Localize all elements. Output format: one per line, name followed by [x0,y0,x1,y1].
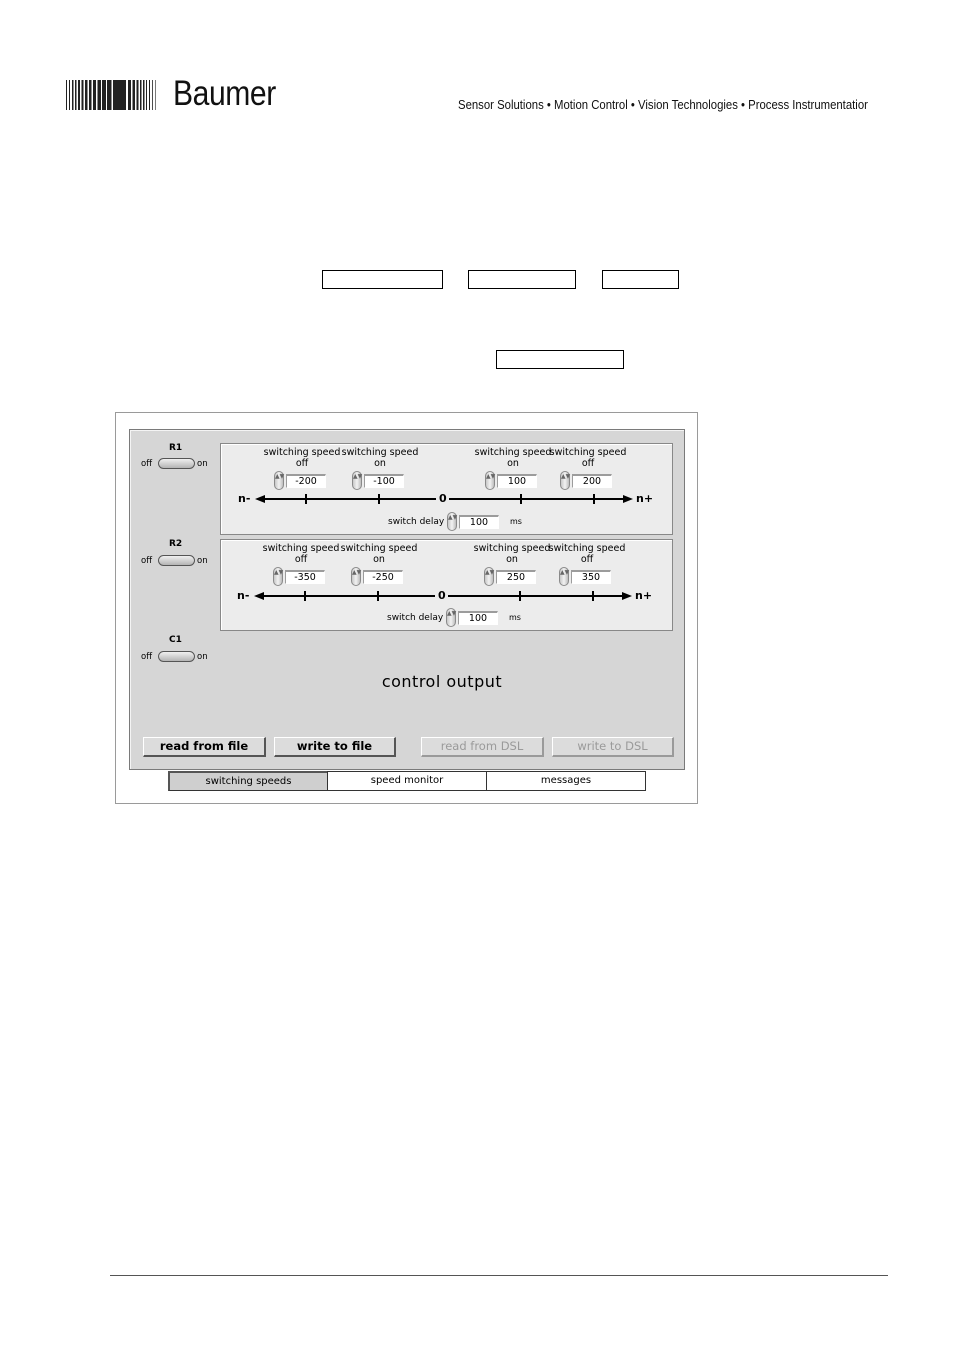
r2-switch-delay-label: switch delay [387,613,444,623]
tab-switching-speeds[interactable]: switching speeds [168,771,328,791]
r2-speed-3-spinner[interactable]: ▲▼ [484,567,494,586]
c1-toggle-switch[interactable] [158,651,195,662]
r2-speed-3-caption-line1: switching speed [473,543,551,554]
r1-speed-1-caption-line1: switching speed [263,447,341,458]
r2-on-label: on [197,556,208,566]
r1-toggle-switch[interactable] [158,458,195,469]
r1-delay-input[interactable]: 100 [459,515,499,529]
r1-speed-4-input[interactable]: 200 [572,474,612,488]
read-from-file-button[interactable]: read from file [143,737,266,757]
r1-speed-1-input[interactable]: -200 [286,474,326,488]
r2-speed-3-input[interactable]: 250 [496,570,536,584]
r2-axis-zero-label: 0 [438,589,446,602]
r2-speed-4-input[interactable]: 350 [571,570,611,584]
r1-speed-3-spinner[interactable]: ▲▼ [485,471,495,490]
r1-axis-pos-label: n+ [636,492,654,505]
r2-axis-neg-label: n- [237,589,250,602]
read-from-dsl-button[interactable]: read from DSL [421,737,544,757]
r1-speed-1-caption-line2: off [295,458,309,469]
r1-delay-spinner[interactable]: ▲▼ [447,512,457,531]
r2-off-label: off [141,556,153,566]
baumer-logo-mark [66,80,156,110]
r1-speed-2-input[interactable]: -100 [364,474,404,488]
r2-speed-4-caption: switching speed off [547,543,627,565]
r2-delay-unit: ms [509,613,521,622]
r2-speed-2-caption: switching speed on [339,543,419,565]
control-output-label: control output [381,672,503,691]
relay-r1-label: R1 [169,443,183,453]
r1-speed-1-spinner[interactable]: ▲▼ [274,471,284,490]
tab-messages[interactable]: messages [486,771,646,791]
r2-speed-1-caption: switching speed off [261,543,341,565]
r2-speed-2-input[interactable]: -250 [363,570,403,584]
r2-speed-3-caption: switching speed on [472,543,552,565]
footer-rule [110,1275,888,1276]
r1-speed-1-caption: switching speed off [262,447,342,469]
r2-speed-2-caption-line2: on [373,554,385,565]
r2-speed-1-caption-line2: off [294,554,308,565]
r1-speed-4-spinner[interactable]: ▲▼ [560,471,570,490]
c1-label: C1 [169,635,182,645]
tab-speed-monitor[interactable]: speed monitor [327,771,487,791]
r2-speed-1-spinner[interactable]: ▲▼ [273,567,283,586]
r2-speed-2-caption-line1: switching speed [340,543,418,554]
r2-speed-2-spinner[interactable]: ▲▼ [351,567,361,586]
redacted-field-1 [322,270,443,289]
redacted-field-4 [496,350,624,369]
r2-speed-3-caption-line2: on [506,554,518,565]
r1-speed-2-caption: switching speed on [340,447,420,469]
r1-axis-zero-label: 0 [439,492,447,505]
r1-speed-2-caption-line1: switching speed [341,447,419,458]
c1-on-label: on [197,652,208,662]
redacted-field-3 [602,270,679,289]
r2-speed-1-input[interactable]: -350 [285,570,325,584]
r1-speed-2-spinner[interactable]: ▲▼ [352,471,362,490]
r1-axis-neg-label: n- [238,492,251,505]
brand-tagline: Sensor Solutions • Motion Control • Visi… [458,97,868,112]
r2-speed-4-caption-line1: switching speed [548,543,626,554]
write-to-dsl-button[interactable]: write to DSL [552,737,674,757]
r1-speed-3-caption-line1: switching speed [474,447,552,458]
r2-speed-1-caption-line1: switching speed [262,543,340,554]
c1-off-label: off [141,652,153,662]
r2-axis-pos-label: n+ [635,589,653,602]
r1-off-label: off [141,459,153,469]
r2-speed-4-spinner[interactable]: ▲▼ [559,567,569,586]
r2-toggle-switch[interactable] [158,555,195,566]
r1-switch-delay-label: switch delay [388,517,445,527]
relay-r2-label: R2 [169,539,183,549]
r1-on-label: on [197,459,208,469]
brand-name: Baumer [173,74,276,113]
r1-speed-3-input[interactable]: 100 [497,474,537,488]
r1-speed-4-caption-line2: off [581,458,595,469]
r1-speed-4-caption-line1: switching speed [549,447,627,458]
r1-speed-4-caption: switching speed off [548,447,628,469]
r1-delay-unit: ms [510,517,522,526]
r1-speed-3-caption-line2: on [507,458,519,469]
write-to-file-button[interactable]: write to file [274,737,396,757]
r2-delay-spinner[interactable]: ▲▼ [446,608,456,627]
r1-speed-2-caption-line2: on [374,458,386,469]
r1-speed-3-caption: switching speed on [473,447,553,469]
r2-delay-input[interactable]: 100 [458,611,498,625]
r2-speed-4-caption-line2: off [580,554,594,565]
redacted-field-2 [468,270,576,289]
